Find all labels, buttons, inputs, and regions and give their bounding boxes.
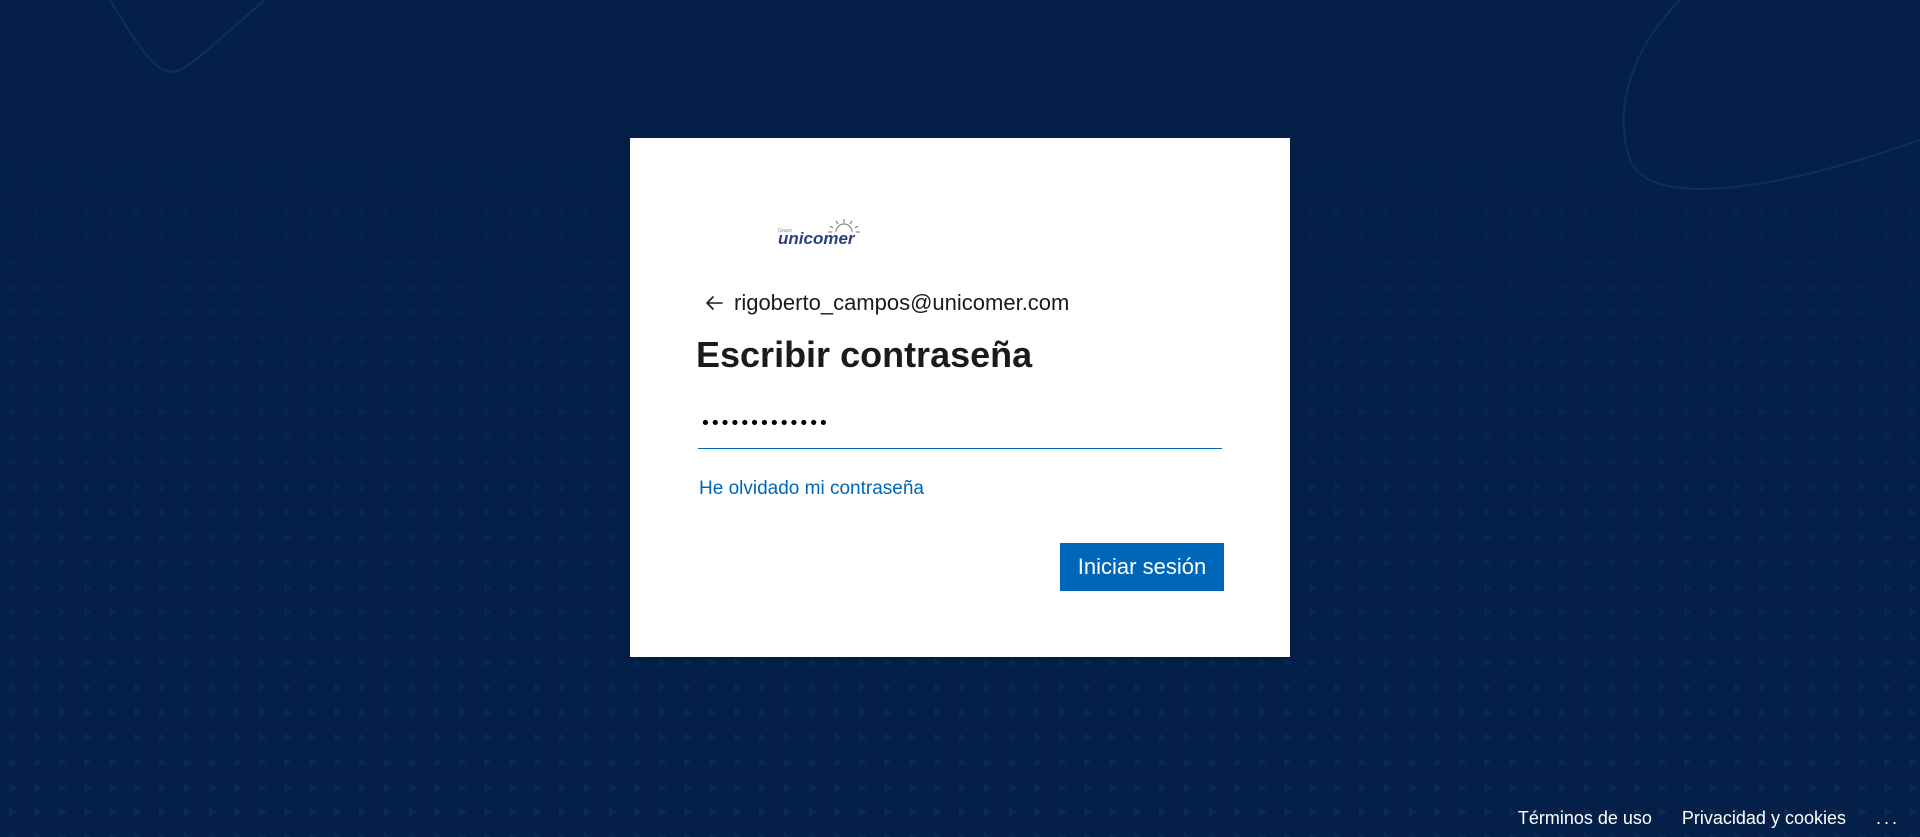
page-title: Escribir contraseña [696, 334, 1033, 375]
password-field-container [698, 400, 1226, 449]
privacy-cookies-link[interactable]: Privacidad y cookies [1682, 808, 1846, 829]
forgot-password-link[interactable]: He olvidado mi contraseña [699, 478, 924, 500]
sign-in-card: Grupo unicomer rigoberto_campos@unicomer… [630, 138, 1290, 657]
back-button[interactable] [702, 291, 726, 315]
account-email: rigoberto_campos@unicomer.com [734, 290, 1070, 315]
more-options-button[interactable]: ... [1876, 808, 1900, 829]
arrow-left-icon [706, 296, 723, 310]
footer: Términos de uso Privacidad y cookies ... [1518, 808, 1900, 829]
sign-in-button[interactable]: Iniciar sesión [1060, 543, 1224, 591]
identity-banner: rigoberto_campos@unicomer.com [702, 288, 1069, 318]
unicomer-logo: Grupo unicomer [778, 219, 860, 248]
password-input[interactable] [698, 400, 1226, 446]
logo-text: unicomer [778, 229, 856, 248]
terms-of-use-link[interactable]: Términos de uso [1518, 808, 1652, 829]
